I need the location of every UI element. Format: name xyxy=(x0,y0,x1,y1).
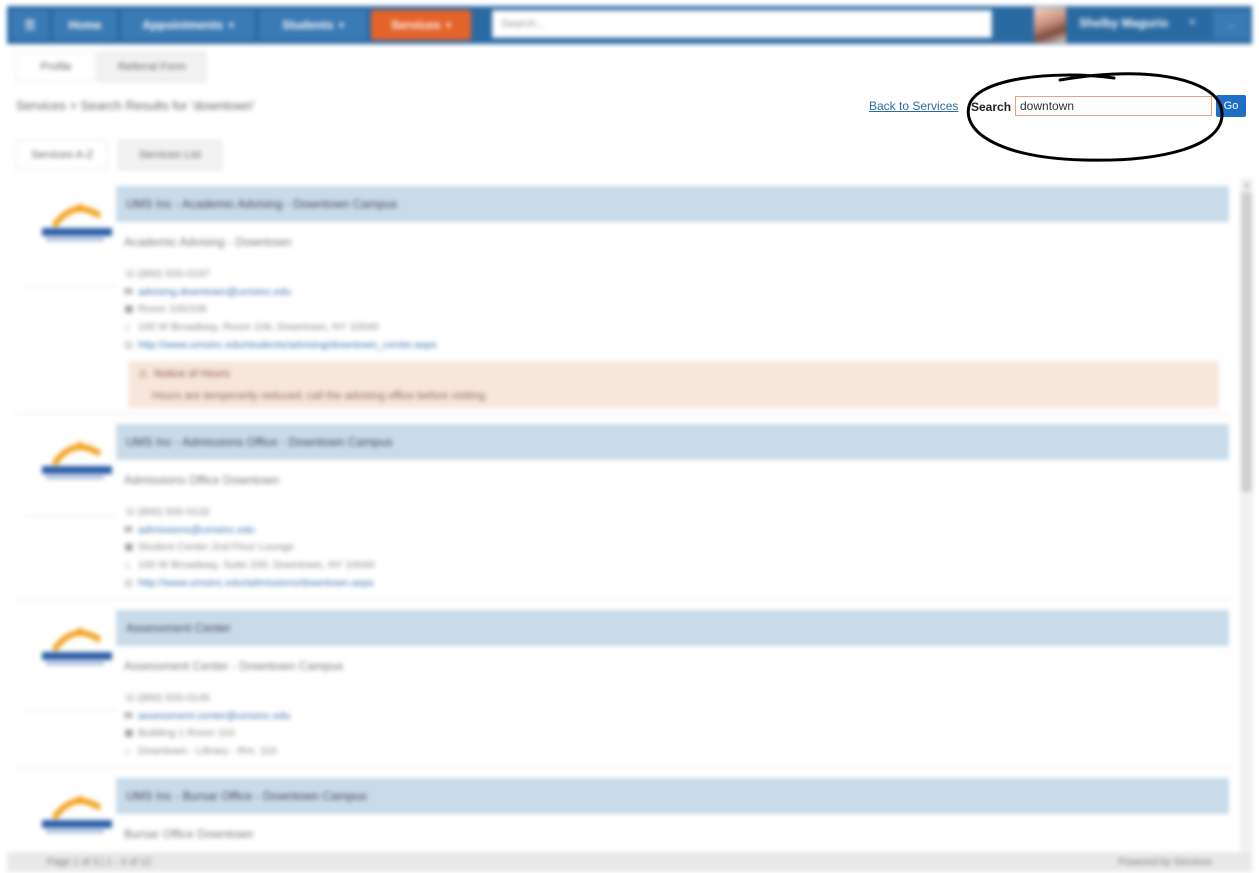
address-line: ⌂ Downtown - Library - Rm. 110 xyxy=(124,745,277,757)
result-header[interactable]: UMS Inc - Admissions Office - Downtown C… xyxy=(116,424,1229,460)
tab-profile[interactable]: Profile xyxy=(16,52,96,82)
results-list: UMS Inc - Academic Advising - Downtown C… xyxy=(14,176,1240,852)
map-pin-icon: ⌂ xyxy=(124,745,131,757)
pagination-info[interactable]: Page 1 of 3 | 1 - 4 of 12 xyxy=(47,857,151,868)
website-link[interactable]: ◎ http://www.umsinc.edu/students/advising… xyxy=(124,339,437,351)
address-line: ⌂ 100 W Broadway, Room 106, Downtown, NY … xyxy=(124,321,379,333)
room-line: ▣ Building 1 Room 110 xyxy=(124,727,235,739)
result-subtitle: Assessment Center - Downtown Campus xyxy=(124,659,344,673)
nav-services[interactable]: Services ▾ xyxy=(371,10,471,40)
tab-services-a-z[interactable]: Services A-Z xyxy=(16,140,108,170)
tab-services-list[interactable]: Services List xyxy=(118,140,222,170)
more-menu-button[interactable]: ... xyxy=(1213,11,1249,39)
notice-box: ⚠ Notice of Hours Hours are temporarily … xyxy=(128,361,1219,408)
chevron-down-icon: ▾ xyxy=(446,19,451,30)
chevron-down-icon: ▾ xyxy=(229,19,234,30)
phone-icon: ☏ xyxy=(124,268,138,280)
organization-logo xyxy=(36,440,112,486)
globe-icon: ◎ xyxy=(124,577,134,589)
nav-students[interactable]: Students ▾ xyxy=(259,10,367,40)
footer-credit: Powered by Services xyxy=(1118,857,1212,868)
menu-icon[interactable]: ☰ xyxy=(11,10,49,40)
email-link[interactable]: ✉ assessment.center@umsinc.edu xyxy=(124,710,290,722)
list-item: UMS Inc - Bursar Office - Downtown Campu… xyxy=(14,768,1230,852)
status-bar: Page 1 of 3 | 1 - 4 of 12 Powered by Ser… xyxy=(7,853,1252,872)
result-header[interactable]: UMS Inc - Bursar Office - Downtown Campu… xyxy=(116,778,1229,814)
result-subtitle: Admissions Office Downtown xyxy=(124,473,280,487)
result-title[interactable]: UMS Inc - Academic Advising - Downtown C… xyxy=(126,197,397,211)
global-search-input[interactable]: Search... xyxy=(492,10,992,38)
email-link[interactable]: ✉ admissions@umsinc.edu xyxy=(124,524,255,536)
phone-line: ☏(800) 555-0197 xyxy=(124,268,210,280)
result-header[interactable]: Assessment Center xyxy=(116,610,1229,646)
email-link[interactable]: ✉ advising.downtown@umsinc.edu xyxy=(124,286,291,298)
envelope-icon: ✉ xyxy=(124,710,133,722)
map-pin-icon: ⌂ xyxy=(124,321,131,333)
list-item: UMS Inc - Academic Advising - Downtown C… xyxy=(14,176,1230,414)
room-line: ▣ Room 105/106 xyxy=(124,303,207,315)
result-subtitle: Academic Advising - Downtown xyxy=(124,235,292,249)
nav-appointments[interactable]: Appointments ▾ xyxy=(121,10,255,40)
room-line: ▣ Student Center 2nd Floor Lounge xyxy=(124,541,294,553)
list-item: UMS Inc - Admissions Office - Downtown C… xyxy=(14,414,1230,600)
phone-icon: ☏ xyxy=(124,692,138,704)
globe-icon: ◎ xyxy=(124,339,134,351)
organization-logo xyxy=(36,202,112,248)
address-line: ⌂ 100 W Broadway, Suite 200, Downtown, NY… xyxy=(124,559,375,571)
hand-drawn-circle-annotation xyxy=(966,72,1224,162)
phone-line: ☏(800) 555-0132 xyxy=(124,506,210,518)
result-subtitle: Bursar Office Downtown xyxy=(124,827,254,841)
warning-icon: ⚠ xyxy=(138,368,148,380)
scroll-up-icon[interactable]: ▲ xyxy=(1243,180,1251,189)
envelope-icon: ✉ xyxy=(124,524,133,536)
scroll-thumb[interactable] xyxy=(1241,192,1252,492)
result-header[interactable]: UMS Inc - Academic Advising - Downtown C… xyxy=(116,186,1229,222)
notice-body: Hours are temporarily reduced; call the … xyxy=(152,390,489,402)
result-title[interactable]: UMS Inc - Admissions Office - Downtown C… xyxy=(126,435,393,449)
building-icon: ▣ xyxy=(124,541,134,553)
result-title[interactable]: UMS Inc - Bursar Office - Downtown Campu… xyxy=(126,789,367,803)
notice-title: ⚠ Notice of Hours xyxy=(138,368,230,380)
organization-logo xyxy=(36,794,112,840)
chevron-down-icon: ▾ xyxy=(339,19,344,30)
back-to-services-link[interactable]: Back to Services xyxy=(869,99,958,113)
tab-referral-form[interactable]: Referral Form xyxy=(98,52,206,82)
top-navigation-bar: ☰ Home Appointments ▾ Students ▾ Services ▾… xyxy=(7,6,1252,44)
scrollbar[interactable]: ▲ xyxy=(1240,178,1253,852)
result-title[interactable]: Assessment Center xyxy=(126,621,231,635)
breadcrumb: Services > Search Results for 'downtown' xyxy=(16,98,255,113)
organization-logo xyxy=(36,626,112,672)
phone-icon: ☏ xyxy=(124,506,138,518)
avatar[interactable] xyxy=(1034,7,1066,43)
map-pin-icon: ⌂ xyxy=(124,559,131,571)
envelope-icon: ✉ xyxy=(124,286,133,298)
nav-home[interactable]: Home xyxy=(53,10,117,40)
phone-line: ☏(800) 555-0145 xyxy=(124,692,210,704)
building-icon: ▣ xyxy=(124,303,134,315)
chevron-down-icon[interactable]: ▾ xyxy=(1190,17,1195,28)
building-icon: ▣ xyxy=(124,727,134,739)
website-link[interactable]: ◎ http://www.umsinc.edu/admissions/downto… xyxy=(124,577,374,589)
list-item: Assessment Center Assessment Center - Do… xyxy=(14,600,1230,768)
user-name[interactable]: Shelby Magurio xyxy=(1079,16,1168,30)
